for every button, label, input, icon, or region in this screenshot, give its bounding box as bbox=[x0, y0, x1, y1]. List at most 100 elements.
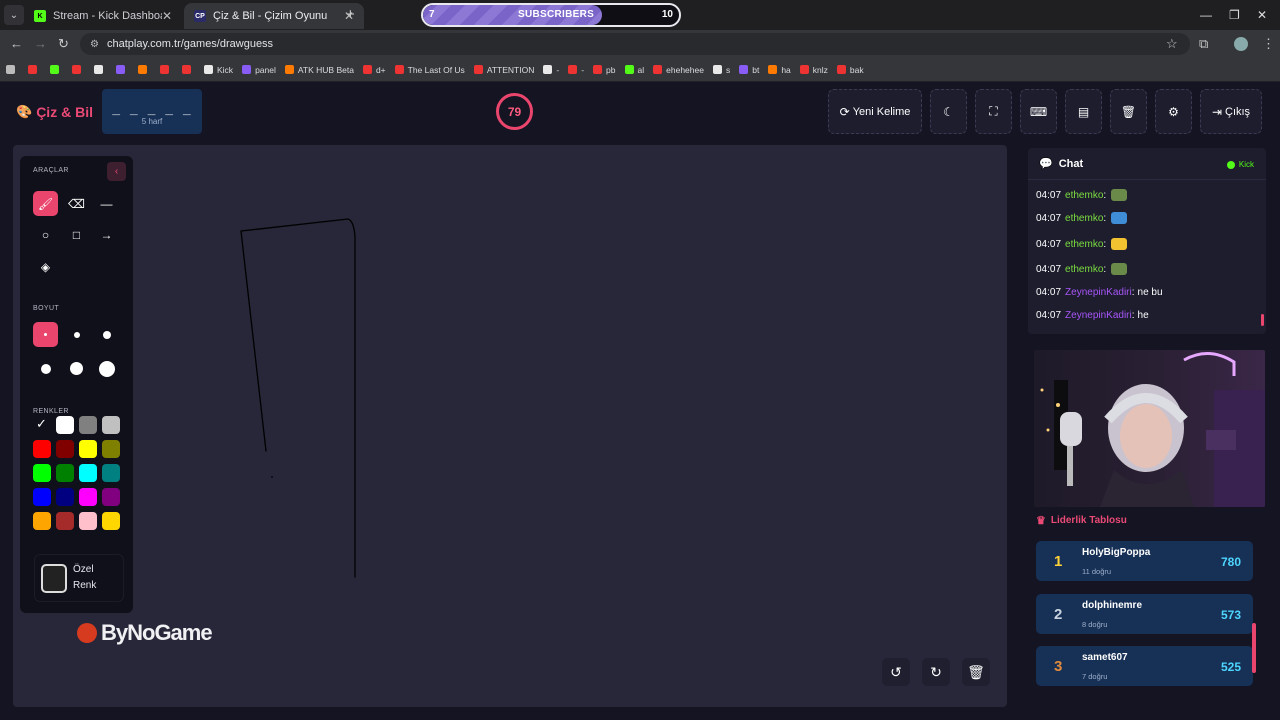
chat-scrollbar[interactable] bbox=[1261, 314, 1264, 326]
chat-username[interactable]: ethemko bbox=[1065, 190, 1103, 201]
tab-kick-dashboard[interactable]: K Stream - Kick Dashboard ✕ bbox=[24, 3, 182, 29]
bookmark-icon[interactable] bbox=[28, 65, 41, 74]
clear-canvas-button[interactable]: 🗑 bbox=[962, 658, 990, 686]
new-tab-button[interactable]: + bbox=[346, 6, 355, 23]
color-swatch[interactable] bbox=[79, 416, 97, 434]
square-tool[interactable]: □ bbox=[64, 222, 89, 247]
reload-icon[interactable]: ↻ bbox=[58, 36, 69, 52]
chat-username[interactable]: ethemko bbox=[1065, 264, 1103, 275]
brush-tool[interactable]: 🖌 bbox=[33, 191, 58, 216]
size-1-button[interactable] bbox=[33, 322, 58, 347]
bookmark-item[interactable]: d+ bbox=[362, 65, 386, 75]
size-6-button[interactable] bbox=[94, 356, 119, 381]
color-swatch[interactable] bbox=[56, 512, 74, 530]
color-swatch[interactable] bbox=[56, 416, 74, 434]
bookmark-icon[interactable] bbox=[72, 65, 85, 74]
bookmark-item[interactable]: - bbox=[543, 65, 559, 75]
color-swatch[interactable] bbox=[102, 488, 120, 506]
color-swatch[interactable] bbox=[79, 488, 97, 506]
new-word-button[interactable]: ⟳ Yeni Kelime bbox=[828, 89, 922, 134]
fill-tool[interactable]: ◈ bbox=[33, 254, 58, 279]
bookmark-item[interactable]: s bbox=[712, 65, 730, 75]
bookmark-item[interactable]: al bbox=[624, 65, 644, 75]
bookmark-icon[interactable] bbox=[138, 65, 151, 74]
bookmark-icon[interactable] bbox=[94, 65, 107, 74]
size-5-button[interactable] bbox=[64, 356, 89, 381]
arrow-tool[interactable]: → bbox=[94, 222, 119, 247]
address-bar[interactable]: ⚙ chatplay.com.tr/games/drawguess bbox=[80, 33, 1190, 55]
size-3-button[interactable] bbox=[94, 322, 119, 347]
leaderboard-scrollbar[interactable] bbox=[1252, 623, 1256, 673]
bookmark-item[interactable]: Kick bbox=[204, 65, 233, 75]
fullscreen-button[interactable]: ⛶ bbox=[975, 89, 1012, 134]
color-swatch[interactable] bbox=[102, 440, 120, 458]
exit-button[interactable]: ⇥ Çıkış bbox=[1200, 89, 1262, 134]
archive-button[interactable]: ▤ bbox=[1065, 89, 1102, 134]
minimize-icon[interactable]: — bbox=[1200, 8, 1212, 22]
dark-mode-button[interactable]: ☾ bbox=[930, 89, 967, 134]
bookmark-item[interactable]: ha bbox=[768, 65, 791, 75]
bookmark-favicon bbox=[284, 65, 294, 74]
bookmark-item[interactable]: pb bbox=[593, 65, 616, 75]
bookmark-item[interactable]: panel bbox=[242, 65, 276, 75]
color-swatch[interactable] bbox=[102, 464, 120, 482]
line-tool[interactable]: — bbox=[94, 191, 119, 216]
color-swatch[interactable] bbox=[33, 464, 51, 482]
extensions-icon[interactable]: ⧉ bbox=[1199, 36, 1208, 52]
color-swatch[interactable] bbox=[33, 488, 51, 506]
apps-icon[interactable] bbox=[6, 65, 19, 74]
bookmark-item[interactable]: - bbox=[568, 65, 584, 75]
profile-avatar[interactable] bbox=[1234, 37, 1248, 51]
bookmark-item[interactable]: ehehehee bbox=[653, 65, 704, 75]
leaderboard-name: dolphinemre bbox=[1082, 600, 1143, 611]
color-swatch[interactable] bbox=[79, 464, 97, 482]
tab-drawguess[interactable]: CP Çiz & Bil - Çizim Oyunu ✕ bbox=[184, 3, 364, 29]
bookmark-item[interactable]: ATTENTION bbox=[473, 65, 534, 75]
eraser-tool[interactable]: ⌫ bbox=[64, 191, 89, 216]
color-swatch[interactable] bbox=[79, 440, 97, 458]
clear-button[interactable]: 🗑 bbox=[1110, 89, 1147, 134]
size-dot bbox=[44, 333, 47, 336]
bookmark-item[interactable]: bt bbox=[739, 65, 759, 75]
menu-icon[interactable]: ⋮ bbox=[1262, 36, 1275, 52]
close-tab-icon[interactable]: ✕ bbox=[162, 9, 172, 23]
color-swatch[interactable]: ✓ bbox=[33, 416, 51, 434]
site-info-icon[interactable]: ⚙ bbox=[90, 39, 99, 50]
bookmark-icon[interactable] bbox=[50, 65, 63, 74]
bookmark-item[interactable]: ATK HUB Beta bbox=[284, 65, 354, 75]
close-window-icon[interactable]: ✕ bbox=[1257, 8, 1267, 22]
size-2-button[interactable] bbox=[64, 322, 89, 347]
maximize-icon[interactable]: ❐ bbox=[1229, 8, 1240, 22]
chat-username[interactable]: ZeynepinKadiri bbox=[1065, 310, 1132, 321]
color-swatch[interactable] bbox=[56, 464, 74, 482]
bookmark-item[interactable]: bak bbox=[836, 65, 864, 75]
bookmark-item[interactable]: The Last Of Us bbox=[394, 65, 465, 75]
bookmark-icon[interactable] bbox=[160, 65, 173, 74]
back-icon[interactable]: ← bbox=[10, 36, 23, 51]
redo-button[interactable]: ↻ bbox=[922, 658, 950, 686]
keyboard-button[interactable]: ⌨ bbox=[1020, 89, 1057, 134]
settings-button[interactable]: ⚙ bbox=[1155, 89, 1192, 134]
chat-username[interactable]: ethemko bbox=[1065, 213, 1103, 224]
color-swatch[interactable] bbox=[102, 416, 120, 434]
bookmark-icon[interactable] bbox=[182, 65, 195, 74]
tab-title: Stream - Kick Dashboard bbox=[53, 10, 162, 22]
forward-icon[interactable]: → bbox=[34, 36, 47, 51]
bookmark-icon[interactable] bbox=[116, 65, 129, 74]
color-swatch[interactable] bbox=[56, 440, 74, 458]
chat-username[interactable]: ethemko bbox=[1065, 239, 1103, 250]
circle-tool[interactable]: ○ bbox=[33, 222, 58, 247]
color-swatch[interactable] bbox=[56, 488, 74, 506]
tab-search-icon[interactable]: ⌄ bbox=[4, 5, 24, 25]
undo-button[interactable]: ↺ bbox=[882, 658, 910, 686]
color-swatch[interactable] bbox=[33, 512, 51, 530]
bookmark-star-icon[interactable]: ☆ bbox=[1166, 36, 1178, 52]
collapse-panel-button[interactable]: ‹ bbox=[107, 162, 126, 181]
color-swatch[interactable] bbox=[102, 512, 120, 530]
size-4-button[interactable] bbox=[33, 356, 58, 381]
bookmark-item[interactable]: knlz bbox=[799, 65, 828, 75]
color-swatch[interactable] bbox=[79, 512, 97, 530]
color-swatch[interactable] bbox=[33, 440, 51, 458]
custom-color-button[interactable]: Özel Renk bbox=[34, 554, 124, 602]
chat-username[interactable]: ZeynepinKadiri bbox=[1065, 287, 1132, 298]
